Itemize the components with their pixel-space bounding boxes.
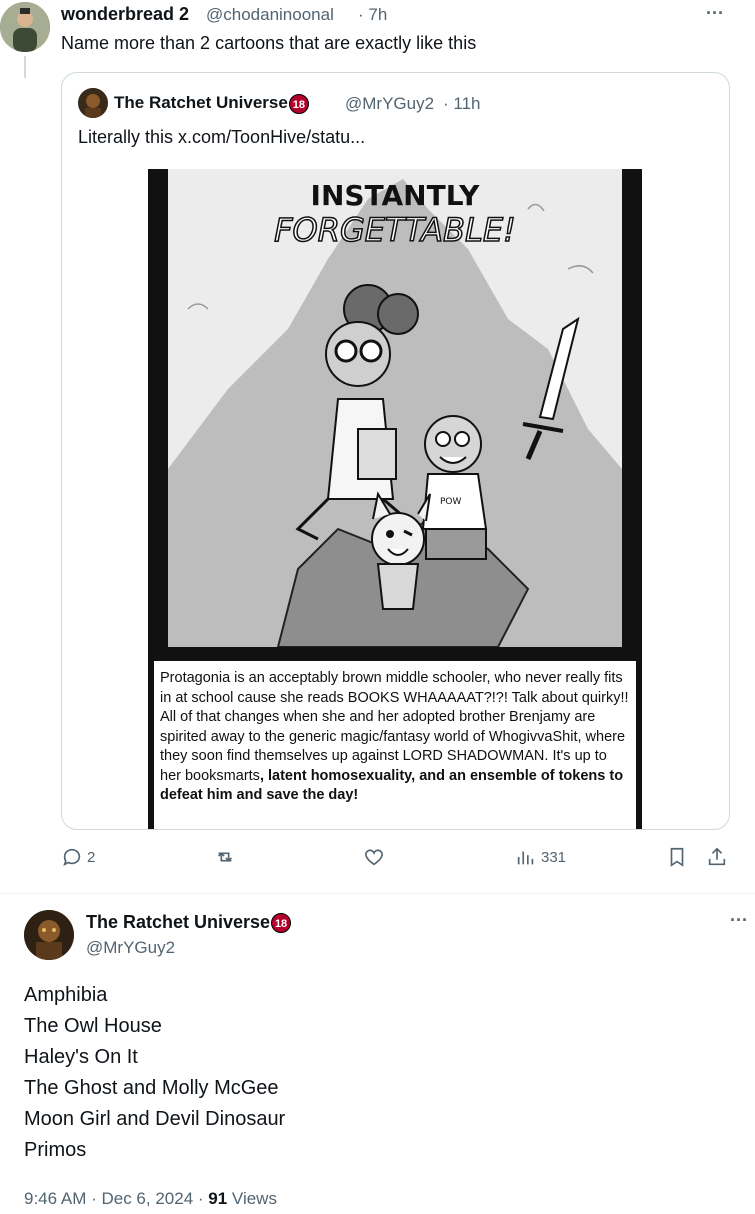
author-name[interactable]: wonderbread 2 — [61, 4, 189, 25]
reply-button[interactable]: 2 — [61, 846, 95, 868]
reply-author-handle[interactable]: @MrYGuy2 — [86, 938, 175, 958]
comic-title-line1: INSTANTLY — [311, 179, 481, 212]
views-number: 91 — [208, 1189, 228, 1208]
reply-icon — [63, 848, 81, 866]
views-chart-icon — [517, 851, 534, 865]
age-18-badge-icon: 18 — [271, 913, 292, 934]
divider — [0, 893, 755, 894]
tweet-time[interactable]: · 7h — [358, 5, 387, 25]
views-count: 331 — [541, 848, 567, 866]
quote-avatar[interactable] — [78, 88, 108, 118]
tweet-text: Name more than 2 cartoons that are exact… — [61, 33, 477, 53]
timestamp-text[interactable]: 9:46 AM · Dec 6, 2024 · — [24, 1189, 208, 1208]
comic-image[interactable]: POW INSTANTLY FORGETTABLE! Protagonia is… — [148, 169, 642, 829]
quote-time[interactable]: · 11h — [443, 94, 481, 114]
retweet-button[interactable] — [214, 846, 240, 868]
retweet-icon — [217, 852, 233, 862]
tweet-timestamp[interactable]: 9:46 AM · Dec 6, 2024 · 91 Views — [24, 1189, 277, 1209]
reply-count: 2 — [87, 848, 96, 866]
list-item: The Ghost and Molly McGee — [24, 1077, 279, 1099]
share-icon — [708, 847, 726, 866]
like-button[interactable] — [363, 846, 389, 868]
thread-line — [24, 56, 26, 78]
reply-text: Amphibia The Owl House Haley's On It The… — [24, 980, 285, 1166]
bookmark-icon — [670, 847, 684, 867]
more-options-icon[interactable]: ··· — [706, 3, 724, 24]
views-button[interactable]: 331 — [515, 846, 566, 868]
more-options-icon[interactable]: ··· — [730, 910, 748, 931]
avatar[interactable] — [0, 2, 50, 52]
comic-caption: Protagonia is an acceptably brown middle… — [154, 661, 636, 829]
shirt-text: POW — [440, 497, 462, 507]
list-item: Haley's On It — [24, 1046, 138, 1068]
comic-panel: POW INSTANTLY FORGETTABLE! — [168, 169, 622, 647]
list-item: Moon Girl and Devil Dinosaur — [24, 1108, 286, 1130]
reply-author-name-text: The Ratchet Universe — [86, 912, 271, 932]
bookmark-button[interactable] — [666, 846, 688, 868]
age-18-badge-icon: 18 — [288, 93, 309, 114]
quote-author-name-text: The Ratchet Universe — [114, 93, 288, 112]
share-button[interactable] — [706, 846, 728, 868]
reply-avatar[interactable] — [24, 910, 74, 960]
comic-caption-plain: Protagonia is an acceptably brown middle… — [160, 670, 629, 784]
quote-author-handle[interactable]: @MrYGuy2 — [345, 94, 434, 114]
views-label: Views — [227, 1189, 277, 1208]
reply-author-name[interactable]: The Ratchet Universe 18 — [86, 912, 292, 934]
heart-icon — [365, 849, 383, 866]
quote-tweet-card[interactable]: The Ratchet Universe 18 @MrYGuy2 · 11h Li… — [61, 72, 730, 830]
quote-text: Literally this x.com/ToonHive/statu... — [78, 127, 366, 147]
comic-title-line2: FORGETTABLE! — [274, 211, 516, 249]
list-item: Primos — [24, 1139, 87, 1161]
list-item: The Owl House — [24, 1015, 162, 1037]
comic-illustration: POW INSTANTLY FORGETTABLE! — [168, 169, 622, 647]
list-item: Amphibia — [24, 984, 108, 1006]
author-handle[interactable]: @chodaninoonal — [206, 5, 334, 25]
quote-author-name[interactable]: The Ratchet Universe 18 — [114, 93, 309, 114]
